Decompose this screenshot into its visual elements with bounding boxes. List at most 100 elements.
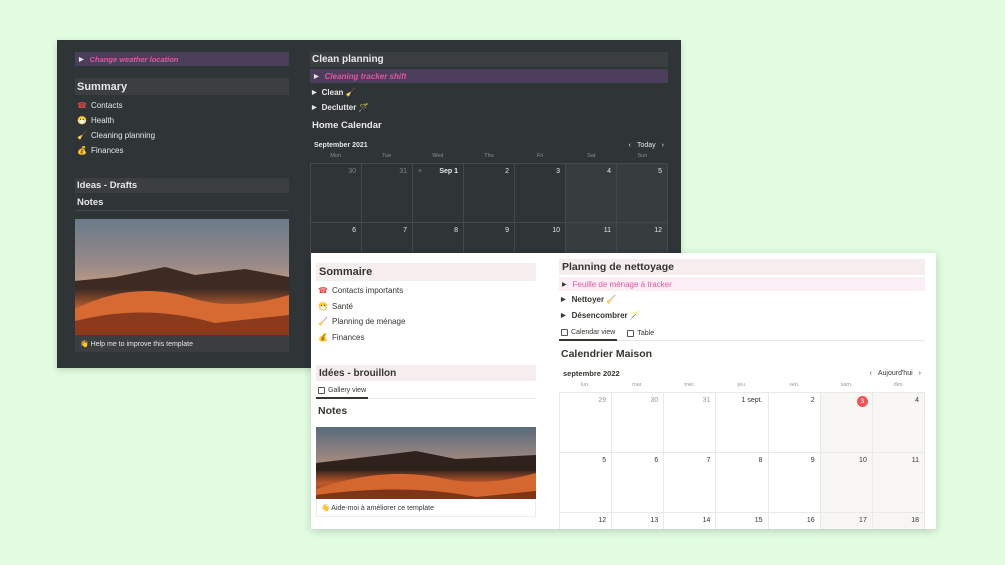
- toggle-triangle-icon[interactable]: ▶: [561, 296, 566, 303]
- calendar-day-cell[interactable]: 5: [560, 453, 613, 513]
- calendar-month: septembre 2022: [563, 368, 620, 378]
- day-number: 1 sept.: [741, 397, 763, 404]
- photo-caption: 👋 Help me to improve this template: [75, 335, 289, 352]
- day-number: 7: [706, 457, 711, 464]
- gallery-tabbar: Gallery view: [316, 385, 536, 399]
- summary-item-health[interactable]: 😷 Health: [75, 113, 289, 128]
- calendar-day-cell[interactable]: 16: [769, 513, 821, 529]
- summary-item-label: Santé: [332, 301, 353, 311]
- chevron-right-icon[interactable]: ›: [662, 142, 664, 149]
- toggle-triangle-icon[interactable]: ▶: [314, 73, 319, 80]
- gallery-card[interactable]: 👋 Aide-moi à améliorer ce template: [316, 427, 536, 517]
- summary-item-contacts[interactable]: ☎ Contacts importants: [316, 283, 536, 299]
- day-number: 29: [598, 397, 607, 404]
- calendar-day-cell[interactable]: 10: [820, 453, 873, 513]
- day-number: 3: [556, 168, 560, 175]
- calendar-day-cell[interactable]: 30: [311, 164, 362, 223]
- calendar-day-cell[interactable]: 17: [820, 513, 873, 529]
- cleaning-tracker-toggle[interactable]: ▶ Feuille de ménage à tracker: [559, 277, 925, 291]
- calendar-day-cell[interactable]: 7: [664, 453, 717, 513]
- chevron-right-icon[interactable]: ›: [919, 370, 921, 377]
- summary-item-contacts[interactable]: ☎ Contacts: [75, 98, 289, 113]
- today-button[interactable]: Aujourd'hui: [878, 370, 913, 377]
- calendar-day-cell[interactable]: 4: [872, 393, 925, 453]
- day-number: 16: [806, 517, 815, 524]
- gallery-card[interactable]: 👋 Help me to improve this template: [75, 219, 289, 352]
- calendar-day-cell[interactable]: 3: [515, 164, 566, 223]
- chevron-left-icon[interactable]: ‹: [629, 142, 631, 149]
- toggle-triangle-icon[interactable]: ▶: [561, 312, 566, 319]
- desert-photo: [75, 219, 289, 335]
- calendar-day-cell[interactable]: 12: [560, 513, 613, 529]
- ideas-heading: Idées - brouillon: [316, 365, 536, 381]
- calendar-day-cell[interactable]: + Sep 1: [413, 164, 464, 223]
- summary-item-label: Finances: [91, 146, 124, 155]
- summary-item-finances[interactable]: 💰 Finances: [75, 143, 289, 158]
- calendar-day-cell[interactable]: 5: [617, 164, 668, 223]
- calendar-day-cell[interactable]: 30: [612, 393, 665, 453]
- calendar-day-cell[interactable]: 15: [716, 513, 769, 529]
- mask-face-icon: 😷: [318, 301, 328, 311]
- day-number: 8: [758, 457, 763, 464]
- chevron-left-icon[interactable]: ‹: [870, 370, 872, 377]
- weather-toggle[interactable]: ▶ Change weather location: [75, 52, 289, 66]
- toggle-label: Nettoyer 🧹: [571, 295, 617, 305]
- day-number: 18: [911, 517, 919, 524]
- cleaning-tracker-toggle[interactable]: ▶ Cleaning tracker shift: [310, 69, 668, 83]
- toggle-label: Désencombrer 🪄: [571, 310, 640, 320]
- clean-toggle[interactable]: ▶ Clean 🧹: [310, 85, 668, 100]
- today-marker: 3: [856, 396, 868, 407]
- tab-calendar-view[interactable]: Calendar view: [559, 327, 618, 341]
- weekday-label: Sun: [637, 153, 648, 159]
- day-number: 4: [607, 168, 611, 175]
- calendar-day-cell[interactable]: 31: [362, 164, 413, 223]
- tab-table[interactable]: Table: [625, 327, 656, 341]
- summary-item-finances[interactable]: 💰 Finances: [316, 330, 536, 346]
- tab-gallery-view[interactable]: Gallery view: [316, 385, 369, 399]
- calendar-day-cell[interactable]: 11: [872, 453, 925, 513]
- calendar-day-cell[interactable]: 2: [768, 393, 821, 453]
- calendar-month: September 2021: [314, 141, 368, 149]
- day-number: 15: [754, 517, 763, 524]
- toggle-label: Cleaning tracker shift: [324, 71, 407, 81]
- toggle-triangle-icon[interactable]: ▶: [562, 281, 567, 288]
- toggle-triangle-icon[interactable]: ▶: [312, 89, 317, 96]
- light-left-column: Sommaire ☎ Contacts importants 😷 Santé 🧹…: [316, 259, 536, 517]
- day-number: 6: [654, 457, 659, 464]
- day-number: 13: [650, 517, 659, 524]
- summary-item-label: Contacts importants: [332, 286, 404, 296]
- toggle-triangle-icon[interactable]: ▶: [312, 104, 317, 111]
- calendar-day-cell[interactable]: 1 sept.: [716, 393, 769, 453]
- calendar-day-cell[interactable]: 6: [612, 453, 665, 513]
- summary-item-health[interactable]: 😷 Santé: [316, 299, 536, 315]
- summary-item-cleaning[interactable]: 🧹 Planning de ménage: [316, 314, 536, 330]
- calendar-day-cell-today[interactable]: 3: [820, 393, 873, 453]
- calendar-day-cell[interactable]: 13: [612, 513, 665, 529]
- declutter-toggle[interactable]: ▶ Declutter 🪄: [310, 100, 668, 115]
- calendar-day-cell[interactable]: 2: [464, 164, 515, 223]
- calendar-grid: 30 31 + Sep 1 2 3 4 5 6 7 8 9 10 11 12: [310, 163, 668, 263]
- dune-illustration: [75, 267, 289, 335]
- desencombrer-toggle[interactable]: ▶ Désencombrer 🪄: [559, 308, 925, 324]
- calendar-day-cell[interactable]: 14: [664, 513, 717, 529]
- table-icon: [627, 330, 635, 337]
- calendar-day-cell[interactable]: 18: [872, 513, 925, 529]
- notes-heading: Notes: [75, 197, 289, 211]
- calendar-day-cell[interactable]: 4: [566, 164, 617, 223]
- day-number: 12: [654, 227, 662, 234]
- summary-item-cleaning[interactable]: 🧹 Cleaning planning: [75, 128, 289, 143]
- toggle-label: Clean 🧹: [321, 88, 356, 97]
- nettoyer-toggle[interactable]: ▶ Nettoyer 🧹: [559, 292, 925, 308]
- calendar-day-cell[interactable]: 9: [768, 453, 821, 513]
- toggle-triangle-icon[interactable]: ▶: [79, 56, 84, 63]
- calendar-day-cell[interactable]: 8: [716, 453, 769, 513]
- weekday-label: mer.: [684, 382, 696, 388]
- calendar-day-cell[interactable]: 31: [664, 393, 717, 453]
- calendar-day-cell[interactable]: 29: [560, 393, 613, 453]
- add-event-icon[interactable]: +: [418, 168, 422, 218]
- day-number: 14: [702, 517, 711, 524]
- day-number: 2: [505, 168, 509, 175]
- today-button[interactable]: Today: [637, 142, 656, 149]
- money-bag-icon: 💰: [318, 332, 328, 342]
- weekday-label: dim.: [893, 382, 905, 388]
